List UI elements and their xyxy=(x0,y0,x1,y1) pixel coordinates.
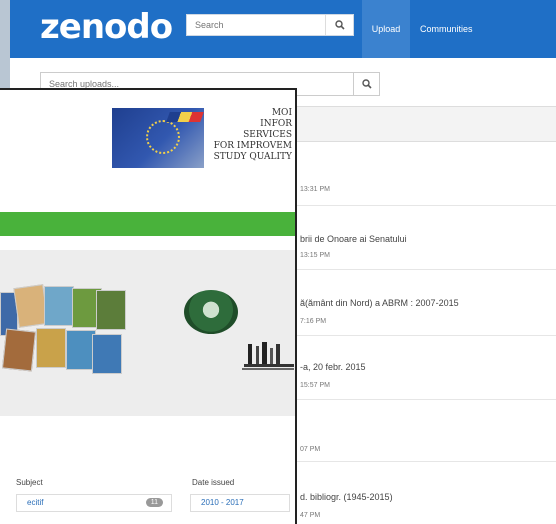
eu-stars-icon xyxy=(146,120,180,154)
logo-line: INFOR xyxy=(260,119,292,129)
upload-time: 47 PM xyxy=(300,512,321,519)
logo-line: SERVICES xyxy=(243,130,292,140)
zenodo-search-box xyxy=(186,14,354,36)
upload-time: 07 PM xyxy=(300,446,321,453)
moisis-logo-text: MOI INFOR SERVICES FOR IMPROVEM STUDY QU… xyxy=(182,108,292,163)
search-icon xyxy=(361,79,372,89)
facet-count-badge: 11 xyxy=(145,498,163,507)
upload-time: 13:15 PM xyxy=(300,252,330,259)
upload-time: 7:16 PM xyxy=(300,318,327,325)
upload-time: 15:57 PM xyxy=(300,382,330,389)
facet-date-header: Date issued xyxy=(192,478,235,487)
nav-communities[interactable]: Communities xyxy=(420,0,473,58)
book-cover xyxy=(44,286,74,326)
upload-title[interactable]: brii de Onoare ai Senatului xyxy=(300,234,407,244)
facet-date-item[interactable]: 2010 - 2017 xyxy=(190,494,290,512)
uploads-search-button[interactable] xyxy=(353,73,379,95)
logo-line: MOI xyxy=(271,108,292,118)
moisis-logo[interactable]: MOI INFOR SERVICES FOR IMPROVEM STUDY QU… xyxy=(112,108,292,174)
logo-line: FOR IMPROVEM xyxy=(213,141,292,151)
upload-title[interactable]: -a, 20 febr. 2015 xyxy=(300,362,366,372)
zenodo-logo[interactable]: zenodo xyxy=(40,6,173,48)
book-cover xyxy=(1,328,37,372)
zenodo-search-input[interactable] xyxy=(187,15,325,35)
logo-line: STUDY QUALITY xyxy=(213,152,292,162)
main-menu-bar[interactable] xyxy=(0,212,295,236)
institution-emblem xyxy=(184,290,238,334)
library-logo-icon xyxy=(242,342,294,370)
book-cover xyxy=(36,328,66,368)
facet-subject-header: Subject xyxy=(16,478,43,487)
facet-date-link[interactable]: 2010 - 2017 xyxy=(201,498,244,507)
moisis-window: MOI INFOR SERVICES FOR IMPROVEM STUDY QU… xyxy=(0,88,297,524)
book-cover xyxy=(92,334,122,374)
facet-subject-link[interactable]: ecitif xyxy=(27,498,43,507)
zenodo-navbar: zenodo Upload Communities xyxy=(10,0,556,58)
book-cover xyxy=(96,290,126,330)
upload-title[interactable]: d. bibliogr. (1945-2015) xyxy=(300,492,393,502)
search-icon xyxy=(334,20,345,30)
upload-time: 13:31 PM xyxy=(300,186,330,193)
browse-facets: Subject Date issued ecitif 11 2010 - 201… xyxy=(0,470,295,524)
facet-subject-item[interactable]: ecitif 11 xyxy=(16,494,172,512)
nav-upload[interactable]: Upload xyxy=(362,0,410,58)
upload-title[interactable]: ă(ământ din Nord) a ABRM : 2007-2015 xyxy=(300,298,459,308)
zenodo-search-button[interactable] xyxy=(325,15,353,35)
